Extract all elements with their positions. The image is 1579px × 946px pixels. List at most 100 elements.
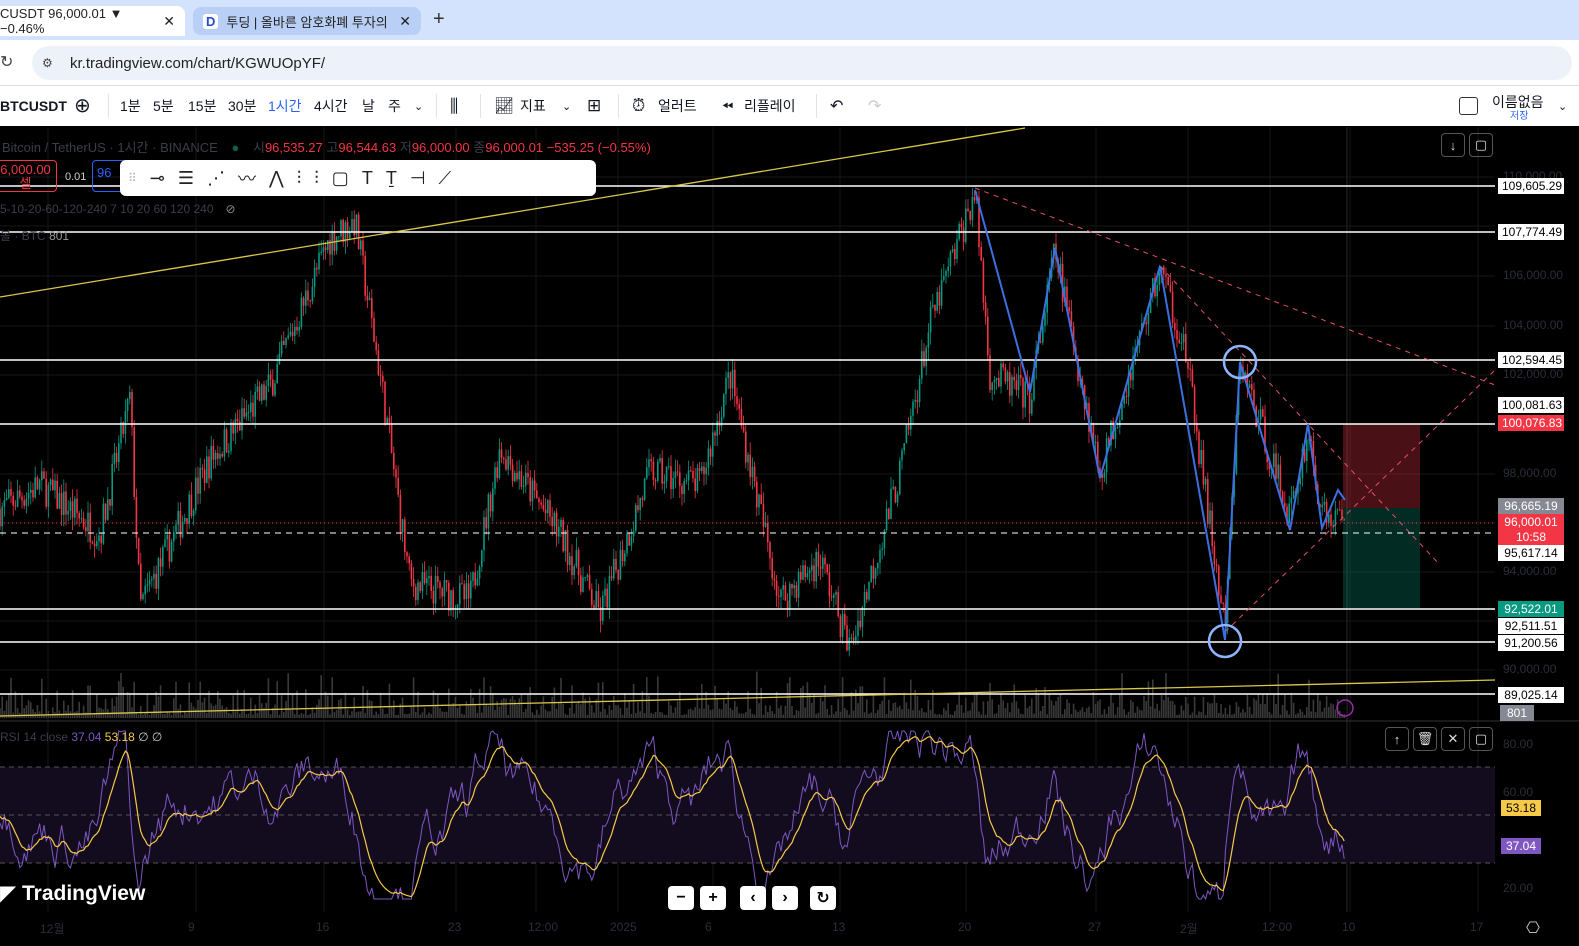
candle-body (555, 512, 558, 537)
volume-bar (925, 712, 927, 718)
candle-body (780, 589, 782, 597)
volume-bar (137, 714, 140, 718)
text-icon[interactable]: T (362, 168, 373, 189)
hide-icon[interactable]: ⊘ (226, 202, 236, 216)
candle-body (588, 575, 591, 590)
volume-bar (85, 712, 87, 718)
move-up-icon[interactable]: ↑ (1385, 727, 1409, 751)
candle-body (505, 459, 507, 470)
volume-bar (905, 702, 908, 718)
long-position-icon[interactable]: ⫶ (297, 168, 302, 189)
zoom-out-button[interactable]: − (668, 886, 694, 910)
delete-icon[interactable]: 🗑︎ (1413, 727, 1437, 751)
volume-bar (168, 712, 171, 718)
candle-body (626, 533, 628, 554)
volume-label: 볼 · BTC (0, 229, 46, 243)
zoom-in-button[interactable]: + (700, 886, 726, 910)
candle-body (813, 565, 815, 582)
candle-body (14, 505, 17, 507)
scroll-right-button[interactable]: › (772, 886, 798, 910)
volume-bar (1149, 706, 1152, 718)
volume-bar (520, 693, 523, 718)
tradingview-logo[interactable]: ◤ TradingView (0, 881, 145, 906)
candle-body (5, 497, 8, 501)
candle-body (542, 504, 545, 510)
drag-handle-icon[interactable]: ⠿ (128, 171, 137, 185)
candle-body (525, 472, 527, 486)
settings-icon[interactable]: ⎔ (1526, 918, 1540, 938)
volume-bar (1055, 701, 1057, 718)
candle-body (118, 443, 120, 463)
volume-bar (1281, 705, 1284, 718)
fib-icon[interactable]: ⋰ (207, 168, 225, 189)
volume-bar (1048, 693, 1051, 718)
parallel-lines-icon[interactable]: ☰ (178, 168, 194, 189)
volume-bar (738, 713, 740, 718)
candle-body (206, 456, 208, 483)
volume-bar (115, 696, 118, 718)
volume-bar (300, 713, 303, 718)
abcd-pattern-icon[interactable]: ⋀ (269, 168, 284, 189)
volume-bar (1295, 714, 1297, 718)
candle-body (80, 518, 83, 520)
volume-bar (419, 714, 421, 718)
candle-body (384, 381, 386, 425)
volume-bar (371, 701, 373, 718)
elliott-wave-icon[interactable]: 〰 (238, 165, 256, 191)
candle-body (778, 595, 780, 597)
volume-profile-icon[interactable]: ⊣ (410, 168, 426, 189)
candle-body (474, 572, 476, 586)
volume-bar (907, 708, 910, 718)
candle-body (925, 347, 927, 367)
candle-body (991, 382, 993, 390)
volume-bar (408, 713, 410, 718)
volume-bar (591, 705, 593, 718)
volume-bar (1088, 706, 1090, 718)
volume-bar (8, 693, 10, 718)
candle-body (153, 573, 155, 579)
candle-body (47, 484, 50, 507)
candle-body (203, 469, 206, 483)
price-label: 109,605.29 (1498, 178, 1564, 194)
candle-body (945, 270, 947, 276)
rectangle-icon[interactable]: ▢ (332, 168, 349, 189)
volume-bar (703, 708, 705, 718)
candle-body (1125, 395, 1128, 397)
reset-chart-button[interactable]: ↻ (810, 886, 836, 910)
volume-bar (1042, 706, 1044, 718)
candle-body (846, 625, 848, 651)
candle-body (1207, 479, 1209, 524)
scroll-left-button[interactable]: ‹ (740, 886, 766, 910)
short-position-icon[interactable]: ⫶ (314, 168, 319, 189)
candle-body (30, 489, 32, 493)
candle-body (866, 591, 868, 600)
volume-bar (685, 714, 688, 718)
volume-bar (529, 687, 531, 718)
volume-bar (540, 705, 542, 718)
candle-body (1, 506, 3, 527)
maximize-pane-icon[interactable]: ▢ (1469, 727, 1493, 751)
volume-bar (206, 712, 208, 718)
candle-body (305, 290, 307, 306)
volume-bar (923, 711, 925, 718)
sell-button[interactable]: 6,000.00 셀 (0, 160, 57, 192)
horizontal-ray-icon[interactable]: ⊸ (150, 168, 165, 189)
candle-body (731, 369, 734, 389)
candle-body (0, 509, 1, 527)
candle-body (1009, 372, 1011, 396)
anchored-text-icon[interactable]: Ṯ (386, 168, 397, 189)
candle-body (837, 592, 839, 617)
maximize-pane-icon[interactable]: ▢ (1469, 133, 1493, 157)
volume-bar (36, 705, 39, 718)
candle-body (817, 551, 820, 567)
volume-bar (833, 714, 835, 718)
collapse-icon[interactable]: ✕ (1441, 727, 1465, 751)
scroll-down-icon[interactable]: ↓ (1441, 133, 1465, 157)
trend-line-icon[interactable]: ⟋ (439, 168, 452, 189)
volume-bar (844, 707, 846, 718)
volume-bar (947, 703, 949, 718)
candle-body (324, 247, 327, 250)
volume-bar (562, 704, 564, 718)
candle-body (36, 477, 39, 490)
candle-body (1002, 363, 1004, 368)
